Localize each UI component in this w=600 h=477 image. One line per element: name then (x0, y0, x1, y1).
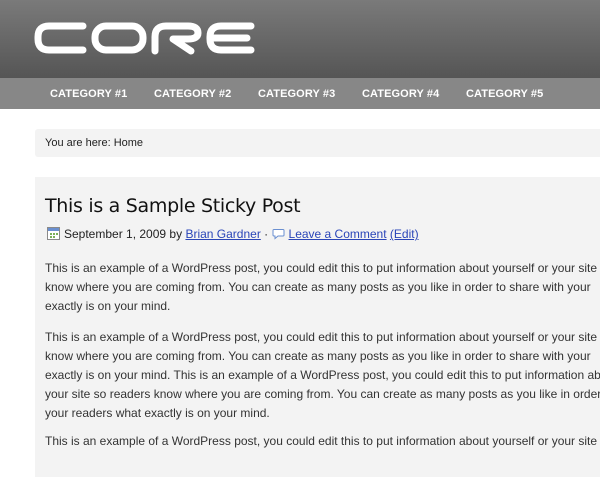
post-paragraph-1: This is an example of a WordPress post, … (45, 259, 600, 316)
paragraph-line: This is an example of a WordPress post, … (45, 330, 598, 344)
nav-category-1[interactable]: CATEGORY #1 (50, 88, 127, 100)
paragraph-line: know where you are coming from. You can … (45, 349, 591, 363)
calendar-icon (47, 227, 60, 243)
comment-icon (272, 228, 285, 243)
post-title[interactable]: This is a Sample Sticky Post (45, 195, 301, 217)
nav-category-3[interactable]: CATEGORY #3 (258, 88, 335, 100)
leave-comment-link[interactable]: Leave a Comment (289, 227, 387, 241)
nav-category-5[interactable]: CATEGORY #5 (466, 88, 543, 100)
post-paragraph-3: This is an example of a WordPress post, … (45, 432, 600, 451)
site-logo[interactable] (33, 18, 258, 63)
nav-category-2[interactable]: CATEGORY #2 (154, 88, 231, 100)
edit-link[interactable]: (Edit) (390, 227, 419, 241)
by-label: by (169, 227, 183, 241)
site-header (0, 0, 600, 78)
post-meta: September 1, 2009 by Brian Gardner · Lea… (47, 227, 419, 243)
main-nav: CATEGORY #1 CATEGORY #2 CATEGORY #3 CATE… (0, 78, 600, 109)
breadcrumb-text: You are here: Home (45, 137, 144, 149)
post-paragraph-2: This is an example of a WordPress post, … (45, 328, 600, 423)
nav-category-4[interactable]: CATEGORY #4 (362, 88, 439, 100)
paragraph-line: your site so readers know where you are … (45, 387, 600, 401)
post-date: September 1, 2009 (64, 227, 167, 241)
author-link[interactable]: Brian Gardner (185, 227, 260, 241)
paragraph-line: exactly is on your mind. (45, 299, 171, 313)
meta-separator: · (264, 227, 269, 241)
breadcrumb: You are here: Home (35, 129, 600, 157)
sticky-post: This is a Sample Sticky Post September 1… (35, 177, 600, 477)
paragraph-line: exactly is on your mind. This is an exam… (45, 368, 600, 382)
paragraph-line: This is an example of a WordPress post, … (45, 261, 598, 275)
paragraph-line: your readers what exactly is on your min… (45, 406, 270, 420)
paragraph-line: know where you are coming from. You can … (45, 280, 591, 294)
paragraph-line: This is an example of a WordPress post, … (45, 434, 598, 448)
